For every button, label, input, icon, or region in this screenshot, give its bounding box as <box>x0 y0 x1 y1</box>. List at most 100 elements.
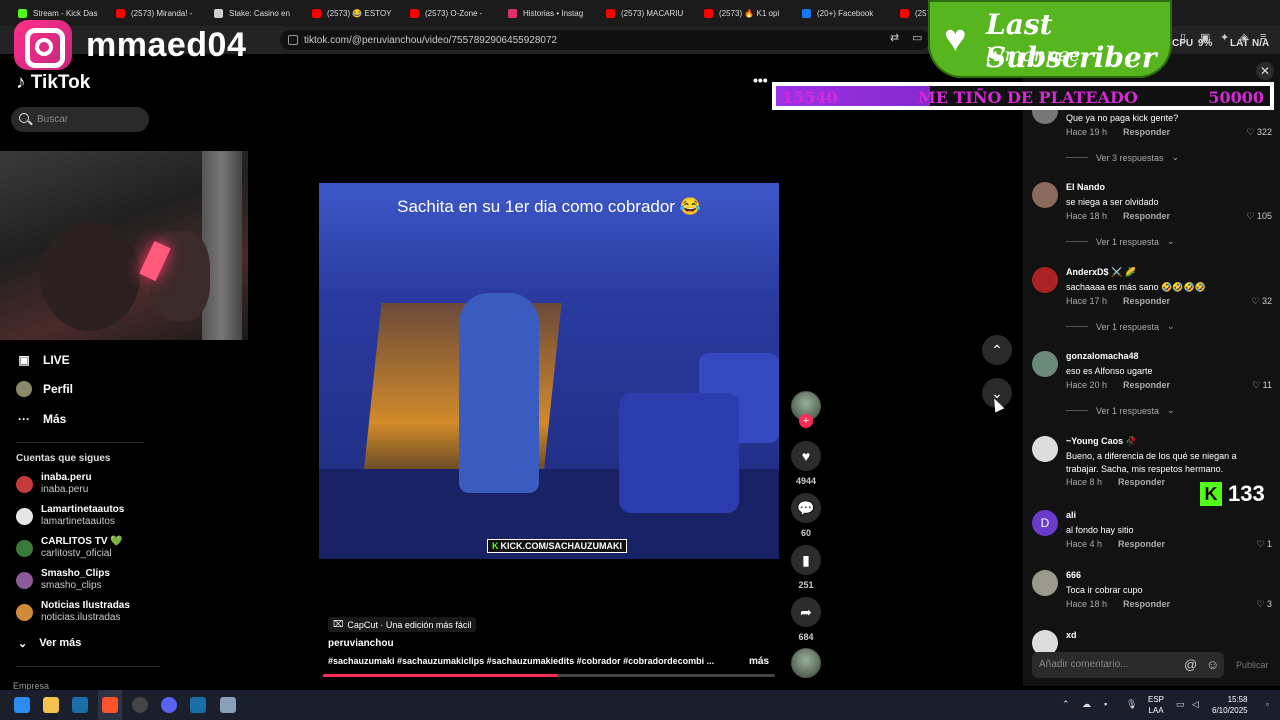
view-replies-button[interactable]: Ver 1 respuesta ⌄ <box>1066 321 1175 332</box>
previous-video-button[interactable]: ⌃ <box>982 335 1012 365</box>
commenter-name[interactable]: xd <box>1066 630 1077 640</box>
following-account[interactable]: CARLITOS TV 💚 carlitostv_oficial <box>16 536 123 560</box>
commenter-avatar[interactable] <box>1032 436 1058 462</box>
commenter-avatar[interactable]: D <box>1032 510 1058 536</box>
commenter-avatar[interactable] <box>1032 182 1058 208</box>
search-input[interactable]: Buscar <box>11 107 149 132</box>
comment-like-button[interactable]: ♡ 1 <box>1256 539 1272 550</box>
shield-icon[interactable]: ◈ <box>1240 31 1248 44</box>
commenter-name[interactable]: El Nando <box>1066 182 1105 192</box>
comment-like-button[interactable]: ♡ 3 <box>1256 599 1272 610</box>
close-comments-icon[interactable]: ✕ <box>1256 62 1274 80</box>
system-clock[interactable]: 15:58 6/10/2025 <box>1212 694 1248 716</box>
browser-tab[interactable]: (2573) 🔥 K1 opi <box>694 2 790 24</box>
obs-icon[interactable] <box>132 697 148 713</box>
following-account[interactable]: inaba.peru inaba.peru <box>16 472 92 496</box>
commenter-avatar[interactable] <box>1032 351 1058 377</box>
video-author[interactable]: peruvianchou <box>328 638 394 649</box>
microphone-icon[interactable]: 🎙 <box>1126 699 1137 710</box>
extensions-icon[interactable]: ✦ <box>1220 31 1229 44</box>
reply-button[interactable]: Responder <box>1118 539 1165 549</box>
notifications-icon[interactable]: ▫ <box>1266 699 1269 709</box>
file-explorer-icon[interactable] <box>43 697 59 713</box>
capcut-badge[interactable]: ⌧ CapCut · Una edición más fácil <box>328 617 477 632</box>
reply-button[interactable]: Responder <box>1123 296 1170 306</box>
like-button[interactable]: ♥ <box>791 441 821 471</box>
commenter-avatar[interactable] <box>1032 267 1058 293</box>
following-account[interactable]: Noticias Ilustradas noticias.ilustradas <box>16 600 130 624</box>
comment-count: 60 <box>800 528 811 538</box>
comment-like-button[interactable]: ♡ 322 <box>1246 127 1272 138</box>
clock-time: 15:58 <box>1227 695 1248 704</box>
mention-icon[interactable]: @ <box>1184 652 1197 678</box>
commenter-name[interactable]: 666 <box>1066 570 1081 580</box>
share-button[interactable]: ➦ <box>791 597 821 627</box>
commenter-name[interactable]: AnderxD$ ⚔️ 🌽 <box>1066 267 1136 278</box>
tray-chevron-icon[interactable]: ⌃ <box>1062 699 1070 710</box>
tab-label: Stake: Casino en <box>229 8 290 18</box>
reply-button[interactable]: Responder <box>1123 211 1170 221</box>
save-button[interactable]: ▮ <box>791 545 821 575</box>
video-progress-bar[interactable] <box>323 674 775 677</box>
onedrive-icon[interactable]: ☁ <box>1082 699 1091 710</box>
comment-like-button[interactable]: ♡ 32 <box>1251 296 1272 307</box>
menu-icon[interactable]: ≡ <box>1260 31 1266 43</box>
reply-button[interactable]: Responder <box>1123 127 1170 137</box>
comment-icon: 💬 <box>797 499 815 516</box>
chevron-down-icon: ⌄ <box>1167 236 1175 246</box>
reply-button[interactable]: Responder <box>1123 599 1170 609</box>
reply-button[interactable]: Responder <box>1118 477 1165 487</box>
kick-viewer-count: 133 <box>1228 481 1265 506</box>
nav-live[interactable]: ▣ LIVE <box>16 352 69 368</box>
steam-secondary-icon[interactable] <box>190 697 206 713</box>
more-options-icon[interactable]: ••• <box>753 72 768 88</box>
language-indicator[interactable]: ESP LAA <box>1148 694 1164 716</box>
follow-plus-icon[interactable]: + <box>799 414 813 428</box>
url-field[interactable]: tiktok.com/@peruvianchou/video/755789290… <box>280 30 930 50</box>
comment-like-button[interactable]: ♡ 105 <box>1246 211 1272 222</box>
publish-button[interactable]: Publicar <box>1236 660 1269 670</box>
commenter-name[interactable]: ~Young Caos 🥀 <box>1066 436 1137 447</box>
volume-icon[interactable]: ◁ <box>1192 699 1199 710</box>
wallet-icon[interactable]: ▣ <box>1200 31 1210 44</box>
browser-tab[interactable]: (20+) Facebook <box>792 2 888 24</box>
nvidia-icon[interactable]: ▪ <box>1104 699 1107 709</box>
site-settings-icon[interactable] <box>288 35 298 45</box>
translate-icon[interactable]: ⇄ <box>890 31 899 44</box>
comment-like-button[interactable]: ♡ 11 <box>1252 380 1272 391</box>
view-replies-button[interactable]: Ver 1 respuesta ⌄ <box>1066 405 1175 416</box>
emoji-icon[interactable]: ☺ <box>1206 652 1219 678</box>
video-hashtags[interactable]: #sachauzumaki #sachauzumakiclips #sachau… <box>328 656 714 666</box>
cast-icon[interactable]: ▭ <box>912 31 922 44</box>
view-replies-button[interactable]: Ver 1 respuesta ⌄ <box>1066 236 1175 247</box>
add-comment-input[interactable]: Añadir comentario... @ ☺ <box>1032 652 1224 678</box>
nav-profile[interactable]: Perfil <box>16 381 73 397</box>
chevron-up-icon: ⌃ <box>991 341 1003 358</box>
following-account[interactable]: Smasho_Clips smasho_clips <box>16 568 110 592</box>
reply-button[interactable]: Responder <box>1123 380 1170 390</box>
calculator-icon[interactable] <box>220 697 236 713</box>
commenter-avatar[interactable] <box>1032 570 1058 596</box>
brave-browser-icon[interactable] <box>102 697 118 713</box>
discord-icon[interactable] <box>161 697 177 713</box>
windows-start-icon[interactable] <box>14 697 30 713</box>
commenter-name[interactable]: ali <box>1066 510 1076 520</box>
browser-tab[interactable]: (2573) 😂 ESTOY <box>302 2 398 24</box>
view-replies-button[interactable]: Ver 3 respuestas ⌄ <box>1066 152 1179 163</box>
video-player[interactable]: Sachita en su 1er dia como cobrador 😂 KK… <box>319 183 779 559</box>
following-account[interactable]: Lamartinetaautos lamartinetaautos <box>16 504 124 528</box>
bookmark-icon: ▮ <box>802 551 810 568</box>
sidebar-toggle-icon[interactable]: ▯ <box>1180 31 1186 44</box>
browser-tab[interactable]: Historias • Instag <box>498 2 594 24</box>
see-more-button[interactable]: ⌄ Ver más <box>18 637 81 650</box>
browser-tab[interactable]: (2573) MACARIU <box>596 2 692 24</box>
expand-description-link[interactable]: más <box>749 656 769 667</box>
nav-more[interactable]: ··· Más <box>16 411 66 427</box>
commenter-name[interactable]: gonzalomacha48 <box>1066 351 1139 361</box>
network-icon[interactable]: ▭ <box>1176 699 1185 710</box>
music-disc-avatar[interactable] <box>791 648 821 678</box>
tiktok-logo[interactable]: ♪ TikTok <box>16 72 90 94</box>
comment-button[interactable]: 💬 <box>791 493 821 523</box>
steam-icon[interactable] <box>72 697 88 713</box>
browser-tab[interactable]: (2573) O-Zone - <box>400 2 496 24</box>
